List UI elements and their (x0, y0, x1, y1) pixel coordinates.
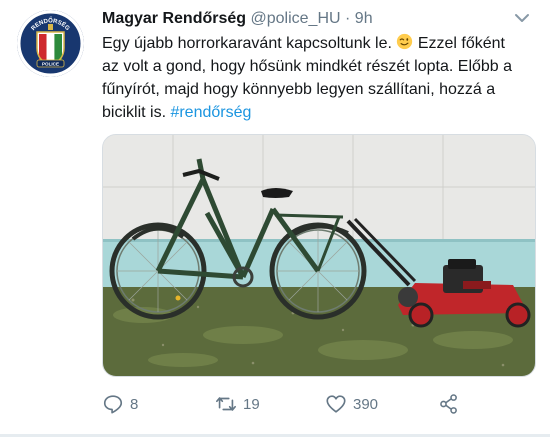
more-options-button[interactable] (512, 10, 532, 26)
retweet-count: 19 (243, 395, 260, 413)
tweet-header: Magyar Rendőrség @police_HU · 9h (102, 10, 373, 28)
separator-dot: · (345, 10, 351, 27)
like-button[interactable]: 390 (325, 390, 378, 418)
bicycle-and-lawnmower-photo (103, 135, 535, 376)
tweet-text: Egy újabb horrorkaravánt kapcsoltunk le.… (102, 32, 522, 124)
tweet-text-part1: Egy újabb horrorkaravánt kapcsoltunk le. (102, 35, 392, 52)
retweet-button[interactable]: 19 (215, 390, 260, 418)
tweet-photo[interactable] (102, 134, 536, 377)
chevron-down-icon (515, 14, 529, 22)
share-icon (440, 394, 457, 414)
timestamp[interactable]: 9h (355, 10, 373, 27)
heart-icon (326, 395, 346, 413)
like-count: 390 (353, 395, 379, 413)
police-badge-logo: RENDŐRSÉG POLICE (18, 11, 83, 76)
reply-icon (103, 395, 123, 414)
display-name[interactable]: Magyar Rendőrség (102, 10, 246, 27)
share-button[interactable] (438, 390, 460, 418)
user-handle[interactable]: @police_HU (251, 10, 341, 27)
retweet-icon (216, 397, 236, 411)
hashtag-link[interactable]: #rendőrség (170, 104, 251, 121)
reply-count: 8 (130, 395, 139, 413)
avatar[interactable]: RENDŐRSÉG POLICE (17, 10, 84, 77)
avatar-text-bottom: POLICE (42, 62, 59, 67)
winking-face-emoji-icon (397, 33, 413, 50)
reply-button[interactable]: 8 (102, 390, 138, 418)
tweet-actions: 8 19 390 (102, 390, 534, 418)
